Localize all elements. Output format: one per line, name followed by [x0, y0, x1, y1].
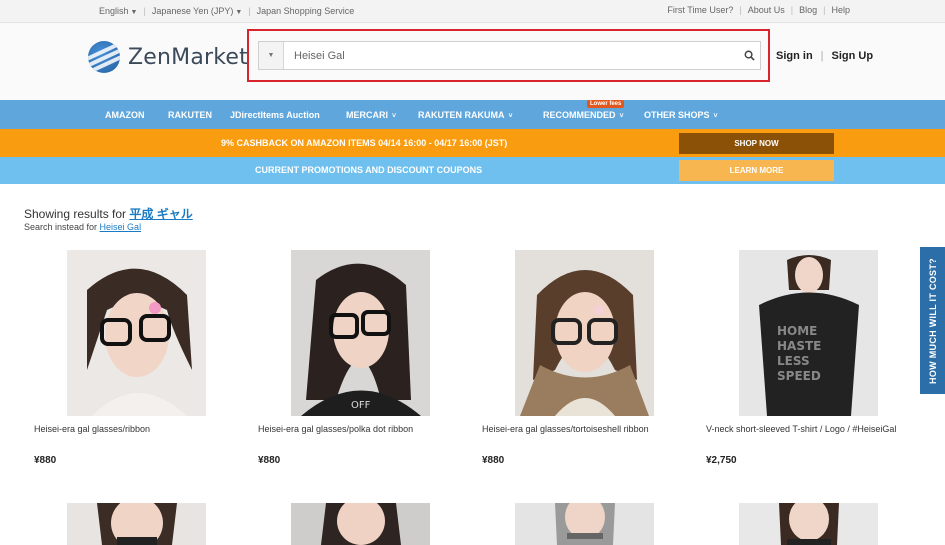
results-area: Showing results for 平成 ギャル Search instea…	[0, 184, 945, 545]
language-selector[interactable]: English ▼	[99, 6, 137, 16]
results-heading: Showing results for 平成 ギャル	[24, 205, 193, 222]
product-image[interactable]	[515, 250, 654, 416]
divider: |	[143, 6, 146, 16]
chevron-down-icon: ˅	[617, 113, 624, 120]
product-image[interactable]: HOME HASTE LESS SPEED	[739, 250, 878, 416]
coupons-banner: CURRENT PROMOTIONS AND DISCOUNT COUPONS …	[0, 157, 945, 184]
blog-link[interactable]: Blog	[799, 5, 817, 15]
auth-links: Sign in | Sign Up	[776, 50, 873, 62]
nav-item-amazon[interactable]: AMAZON	[105, 110, 145, 120]
svg-text:HOME: HOME	[777, 324, 817, 338]
nav-item-other-shops[interactable]: OTHER SHOPS ˅	[644, 110, 718, 120]
chevron-down-icon: ˅	[711, 113, 718, 120]
first-time-user-link[interactable]: First Time User?	[667, 5, 733, 15]
svg-text:LESS: LESS	[777, 354, 810, 368]
search-icon[interactable]	[738, 42, 760, 69]
product-price: ¥880	[34, 455, 57, 466]
product-image[interactable]	[67, 503, 206, 545]
service-tagline: Japan Shopping Service	[256, 6, 355, 16]
product-image[interactable]	[67, 250, 206, 416]
about-us-link[interactable]: About Us	[748, 5, 785, 15]
search-instead-prefix: Search instead for	[24, 222, 100, 232]
product-image[interactable]	[515, 503, 654, 545]
divider: |	[820, 50, 824, 62]
divider: |	[739, 5, 742, 15]
search-instead-link[interactable]: Heisei Gal	[100, 222, 142, 232]
nav-item-recommended[interactable]: RECOMMENDED ˅	[543, 110, 624, 120]
nav-label: RECOMMENDED	[543, 110, 616, 120]
chevron-down-icon: ▼	[235, 9, 243, 16]
cost-calculator-label: HOW MUCH WILL IT COST?	[927, 257, 938, 384]
cost-calculator-tab[interactable]: HOW MUCH WILL IT COST?	[920, 247, 945, 394]
top-utility-bar: English ▼ | Japanese Yen (JPY) ▼ | Japan S…	[0, 0, 945, 23]
divider: |	[823, 5, 826, 15]
product-name[interactable]: V-neck short-sleeved T-shirt / Logo / #H…	[706, 423, 921, 435]
logo[interactable]: ZenMarket	[88, 41, 248, 73]
logo-text: ZenMarket	[128, 44, 248, 70]
cashback-banner: 9% CASHBACK ON AMAZON ITEMS 04/14 16:00 …	[0, 129, 945, 157]
chevron-down-icon: ˅	[506, 113, 513, 120]
search-bar: ▼	[258, 41, 761, 70]
search-instead: Search instead for Heisei Gal	[24, 222, 141, 232]
nav-item-rakuten[interactable]: RAKUTEN	[168, 110, 212, 120]
product-price: ¥880	[482, 455, 505, 466]
sign-in-link[interactable]: Sign in	[776, 50, 813, 62]
svg-text:SPEED: SPEED	[777, 369, 821, 383]
sign-up-link[interactable]: Sign Up	[832, 50, 874, 62]
logo-globe-icon	[88, 41, 120, 73]
results-query-link[interactable]: 平成 ギャル	[129, 207, 192, 221]
lower-fees-badge: Lower fees	[587, 100, 625, 108]
nav-label: RAKUTEN RAKUMA	[418, 110, 505, 120]
product-image[interactable]	[739, 503, 878, 545]
cashback-text: 9% CASHBACK ON AMAZON ITEMS 04/14 16:00 …	[221, 138, 508, 148]
chevron-down-icon: ▼	[267, 52, 275, 59]
site-header: ZenMarket ▼ Sign in | Sign Up	[0, 23, 945, 100]
divider: |	[248, 6, 251, 16]
product-name[interactable]: Heisei-era gal glasses/tortoiseshell rib…	[482, 423, 697, 435]
nav-item-jdirectitems[interactable]: JDirectItems Auction	[230, 110, 320, 120]
main-nav: AMAZON RAKUTEN JDirectItems Auction MERC…	[0, 100, 945, 129]
nav-label: OTHER SHOPS	[644, 110, 710, 120]
product-price: ¥880	[258, 455, 281, 466]
results-prefix: Showing results for	[24, 207, 130, 221]
learn-more-button[interactable]: LEARN MORE	[679, 160, 834, 181]
coupons-text: CURRENT PROMOTIONS AND DISCOUNT COUPONS	[255, 165, 483, 175]
product-price: ¥2,750	[706, 455, 737, 466]
svg-text:HASTE: HASTE	[777, 339, 821, 353]
divider: |	[790, 5, 794, 15]
help-link[interactable]: Help	[831, 5, 850, 15]
chevron-down-icon: ˅	[390, 113, 397, 120]
chevron-down-icon: ▼	[130, 9, 138, 16]
search-category-dropdown[interactable]: ▼	[259, 42, 284, 69]
nav-label: MERCARI	[346, 110, 388, 120]
product-image[interactable]: OFF	[291, 250, 430, 416]
search-input[interactable]	[284, 42, 738, 69]
svg-text:OFF: OFF	[351, 400, 371, 411]
shop-now-button[interactable]: SHOP NOW	[679, 133, 834, 154]
nav-item-mercari[interactable]: MERCARI ˅	[346, 110, 396, 120]
search-highlight-frame: ▼	[247, 29, 770, 82]
currency-label: Japanese Yen (JPY)	[151, 6, 234, 16]
product-name[interactable]: Heisei-era gal glasses/ribbon	[34, 423, 249, 435]
language-label: English	[99, 6, 129, 16]
nav-item-rakuma[interactable]: RAKUTEN RAKUMA ˅	[418, 110, 513, 120]
product-image[interactable]	[291, 503, 430, 545]
product-name[interactable]: Heisei-era gal glasses/polka dot ribbon	[258, 423, 473, 435]
currency-selector[interactable]: Japanese Yen (JPY) ▼	[152, 6, 243, 16]
